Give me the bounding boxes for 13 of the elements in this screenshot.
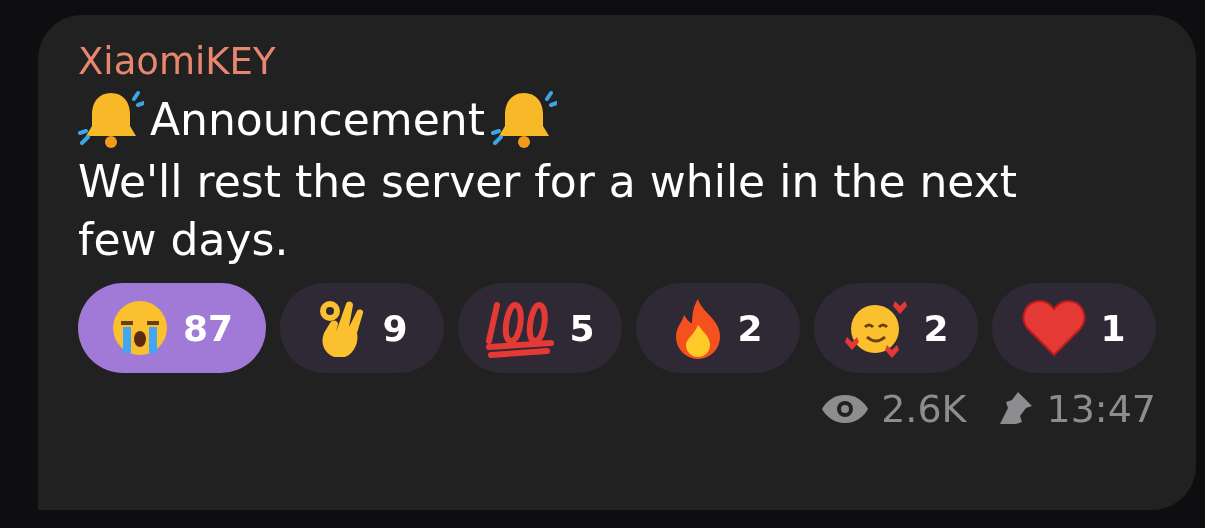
author-name: XiaomiKEY (78, 39, 277, 85)
reaction-button[interactable]: 9 (280, 283, 444, 373)
reaction-button[interactable]: 2 (636, 283, 800, 373)
view-count: 2.6K (881, 387, 967, 431)
crying-face-icon (110, 299, 169, 357)
message-time: 13:47 (1046, 387, 1156, 431)
message-text: We'll rest the server for a while in the next few days. (78, 155, 1018, 267)
reaction-button[interactable]: 2 (814, 283, 978, 373)
eye-icon (821, 393, 870, 425)
reaction-button[interactable]: 5 (458, 283, 622, 373)
message-title: Announcement (150, 93, 485, 147)
heart-icon (1022, 299, 1087, 357)
reaction-button[interactable]: 1 (992, 283, 1156, 373)
